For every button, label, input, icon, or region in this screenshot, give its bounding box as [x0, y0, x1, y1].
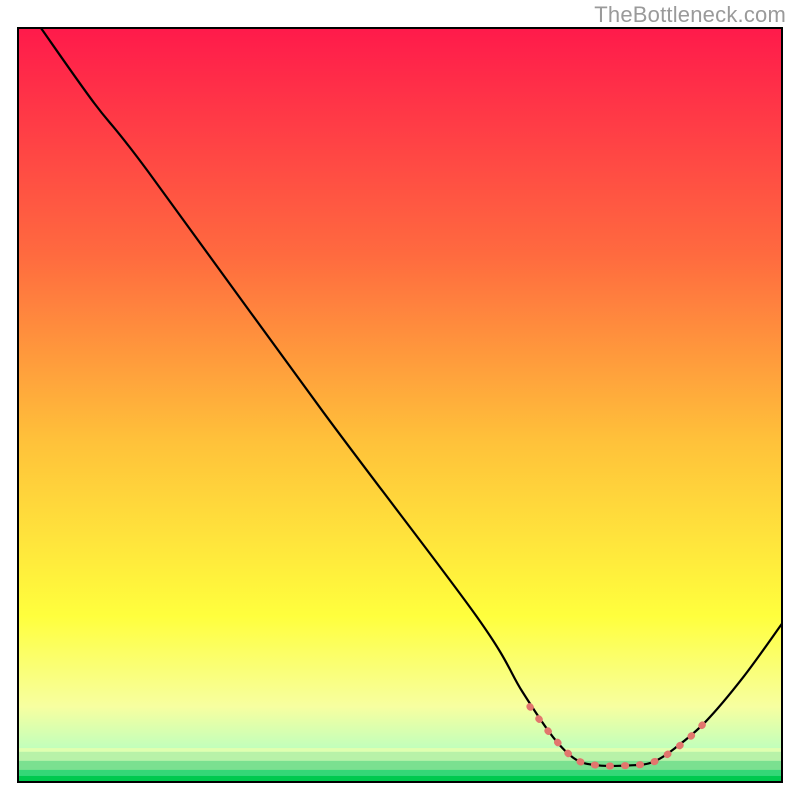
attribution-text: TheBottleneck.com: [594, 2, 786, 28]
bottleneck-chart: [0, 0, 800, 800]
gradient-background: [18, 28, 782, 782]
